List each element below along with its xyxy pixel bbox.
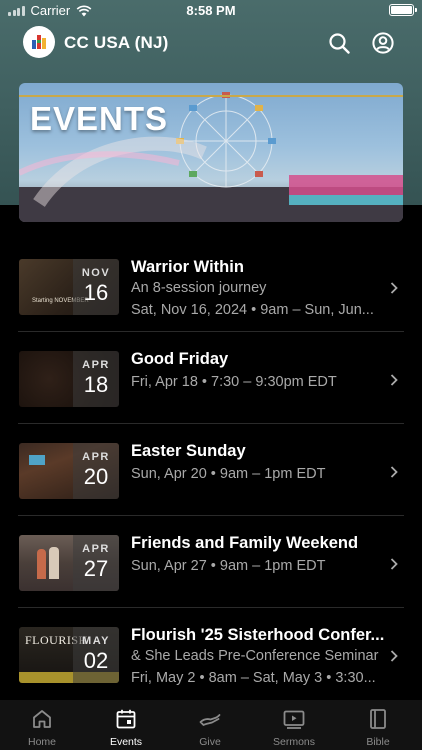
event-title: Good Friday — [131, 350, 229, 368]
event-datetime: Fri, Apr 18 • 7:30 – 9:30pm EDT — [131, 374, 337, 390]
status-time: 8:58 PM — [186, 3, 236, 18]
event-datetime: Fri, May 2 • 8am – Sat, May 3 • 3:30... — [131, 670, 376, 686]
banner-accent-line — [19, 95, 403, 97]
event-thumbnail: Starting NOVEMBER NOV 16 — [19, 259, 119, 315]
event-subtitle: An 8-session journey — [131, 280, 267, 296]
people-graphic — [49, 547, 59, 579]
tab-label: Home — [27, 736, 56, 748]
date-badge: APR 18 — [73, 351, 119, 407]
date-badge: APR 27 — [73, 535, 119, 591]
event-day: 18 — [83, 372, 109, 397]
account-icon[interactable] — [372, 32, 394, 54]
people-graphic — [37, 549, 46, 579]
event-datetime: Sun, Apr 20 • 9am – 1pm EDT — [131, 466, 326, 482]
event-thumbnail: APR 27 — [19, 535, 119, 591]
event-day: 27 — [83, 556, 109, 581]
app-header: CC USA (NJ) — [0, 26, 422, 62]
video-icon — [283, 710, 305, 729]
event-thumbnail: APR 18 — [19, 351, 119, 407]
chevron-right-icon — [390, 650, 398, 662]
event-thumbnail: APR 20 — [19, 443, 119, 499]
chevron-right-icon — [390, 466, 398, 478]
tab-label: Events — [109, 736, 143, 748]
tab-give[interactable]: Give — [168, 707, 252, 748]
event-title: Easter Sunday — [131, 442, 246, 460]
status-bar: Carrier 8:58 PM — [0, 0, 422, 22]
give-icon — [199, 714, 221, 726]
event-day: 02 — [83, 648, 109, 673]
banner-title: EVENTS — [30, 100, 169, 137]
event-day: 16 — [83, 280, 109, 305]
date-badge: MAY 02 — [73, 627, 119, 683]
stage-screen-graphic — [29, 455, 45, 465]
tab-label: Bible — [366, 736, 390, 748]
tab-home[interactable]: Home — [0, 707, 84, 748]
battery-icon — [389, 4, 417, 16]
event-row[interactable]: APR 27 Friends and Family Weekend Sun, A… — [0, 516, 422, 608]
event-row[interactable]: APR 20 Easter Sunday Sun, Apr 20 • 9am –… — [0, 424, 422, 516]
tab-bar: Home Events Give Sermons Bible — [0, 700, 422, 750]
event-row[interactable]: Starting NOVEMBER NOV 16 Warrior Within … — [0, 240, 422, 332]
event-title: Friends and Family Weekend — [131, 534, 359, 552]
calendar-icon — [116, 709, 136, 729]
event-month: MAY — [82, 635, 110, 647]
event-subtitle: & She Leads Pre-Conference Seminar — [131, 648, 379, 664]
event-month: APR — [82, 451, 110, 463]
tab-events[interactable]: Events — [84, 707, 168, 748]
event-row[interactable]: APR 18 Good Friday Fri, Apr 18 • 7:30 – … — [0, 332, 422, 424]
church-logo[interactable] — [23, 26, 55, 58]
date-badge: APR 20 — [73, 443, 119, 499]
event-thumbnail: FLOURISH MAY 02 — [19, 627, 119, 683]
event-month: APR — [82, 543, 110, 555]
tab-sermons[interactable]: Sermons — [252, 707, 336, 748]
tab-label: Sermons — [272, 736, 315, 748]
tab-bible[interactable]: Bible — [336, 707, 420, 748]
chevron-right-icon — [390, 558, 398, 570]
date-badge: NOV 16 — [73, 259, 119, 315]
event-month: NOV — [81, 267, 111, 279]
chevron-right-icon — [390, 374, 398, 386]
app-title: CC USA (NJ) — [64, 33, 169, 52]
chevron-right-icon — [390, 282, 398, 294]
event-datetime: Sun, Apr 27 • 9am – 1pm EDT — [131, 558, 326, 574]
event-datetime: Sat, Nov 16, 2024 • 9am – Sun, Jun... — [131, 302, 374, 318]
event-row[interactable]: FLOURISH MAY 02 Flourish '25 Sisterhood … — [0, 608, 422, 700]
event-title: Flourish '25 Sisterhood Confer... — [131, 626, 385, 644]
event-day: 20 — [83, 464, 109, 489]
event-month: APR — [82, 359, 110, 371]
search-icon[interactable] — [328, 32, 350, 54]
tab-label: Give — [199, 736, 221, 748]
event-title: Warrior Within — [131, 258, 244, 276]
book-icon — [370, 709, 386, 729]
home-icon — [33, 710, 51, 728]
events-banner: EVENTS — [19, 83, 403, 222]
logo-icon — [32, 35, 46, 49]
